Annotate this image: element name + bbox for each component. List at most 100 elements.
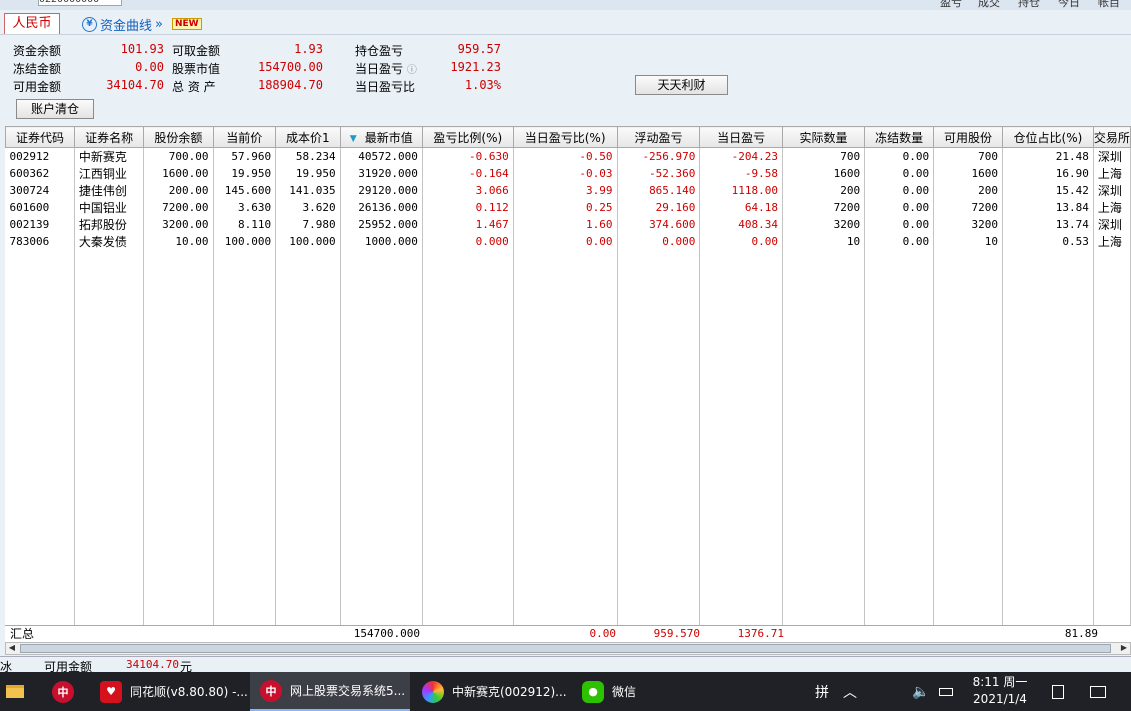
cell-position-ratio: 16.90	[1002, 165, 1094, 182]
tab-rmb[interactable]: 人民币	[4, 13, 60, 35]
cell-available: 700	[933, 147, 1004, 165]
top-label-0[interactable]: 盈亏	[940, 0, 962, 10]
value-cash-balance: 101.93	[120, 42, 164, 56]
citic-app-icon[interactable]: 中	[45, 672, 81, 711]
cell-available: 1600	[933, 165, 1004, 182]
cell-position-ratio: 13.74	[1002, 216, 1094, 233]
cell-frozen-qty: 0.00	[864, 216, 935, 233]
cell-cost: 141.035	[275, 182, 341, 199]
cell-day-ratio: -0.50	[513, 147, 618, 165]
top-label-2[interactable]: 持仓	[1018, 0, 1040, 10]
tab-fund-curve[interactable]: ¥ 资金曲线 » NEW	[82, 14, 202, 34]
col-header-exchange[interactable]: 交易所	[1092, 126, 1131, 148]
table-filler	[5, 250, 1131, 642]
cell-balance: 200.00	[143, 182, 214, 199]
col-header-cost[interactable]: 成本价1	[275, 126, 341, 148]
top-label-4[interactable]: 帐目	[1098, 0, 1120, 10]
notes-icon[interactable]	[1045, 672, 1071, 711]
table-row[interactable]: 300724 捷佳伟创 200.00 145.600 141.035 29120.000 3…	[5, 182, 1131, 199]
holdings-table: 证券代码 证券名称 股份余额 当前价 成本价1 ▼ 最新市值 盈亏比例(%) 当日…	[5, 126, 1131, 642]
col-header-day-pl[interactable]: 当日盈亏	[699, 126, 783, 148]
scroll-right-icon[interactable]: ▶	[1118, 642, 1130, 654]
cell-cost: 19.950	[275, 165, 341, 182]
table-row[interactable]: 601600 中国铝业 7200.00 3.630 3.620 26136.000 0.11…	[5, 199, 1131, 216]
cell-name: 中国铝业	[74, 199, 145, 216]
info-icon[interactable]: ⓘ	[407, 65, 417, 76]
chevron-up-icon[interactable]: ︿	[840, 672, 860, 711]
cell-price: 19.950	[213, 165, 277, 182]
col-header-pl-ratio[interactable]: 盈亏比例(%)	[421, 126, 514, 148]
cell-code: 600362	[5, 165, 75, 182]
tiantian-licai-button[interactable]: 天天利财	[635, 75, 728, 95]
table-row[interactable]: 600362 江西铜业 1600.00 19.950 19.950 31920.000 -0…	[5, 165, 1131, 182]
cell-available: 3200	[933, 216, 1004, 233]
cell-day-pl: 64.18	[699, 199, 783, 216]
cell-actual-qty: 700	[782, 147, 866, 165]
cell-exchange: 深圳	[1093, 147, 1131, 165]
totals-row: 汇总 154700.000 0.00 959.570 1376.71 81.89	[5, 625, 1131, 642]
cell-available: 7200	[933, 199, 1004, 216]
yuan-icon: ¥	[82, 16, 97, 32]
volume-icon[interactable]: 🔈	[910, 672, 932, 711]
clock[interactable]: 8:11 周一 2021/1/4	[960, 674, 1040, 708]
cell-pl-ratio: -0.630	[422, 147, 514, 165]
taskbar-item-tonghuashun[interactable]: ♥ 同花顺(v8.80.80) -...	[90, 672, 248, 711]
cell-pl-ratio: 0.000	[422, 233, 514, 250]
scroll-thumb[interactable]	[20, 644, 1111, 653]
table-row[interactable]: 783006 大秦发债 10.00 100.000 100.000 1000.000 0.0…	[5, 233, 1131, 250]
cell-exchange: 上海	[1093, 199, 1131, 216]
cell-float-pl: 0.000	[617, 233, 701, 250]
horizontal-scrollbar[interactable]: ◀ ▶	[5, 642, 1131, 655]
cell-balance: 700.00	[143, 147, 214, 165]
file-explorer-icon[interactable]	[0, 672, 30, 711]
col-header-market-value[interactable]: ▼ 最新市值	[339, 126, 423, 148]
value-day-pl: 1921.23	[450, 60, 501, 74]
clear-account-button[interactable]: 账户清仓	[16, 99, 94, 119]
taskbar-item-trading-system[interactable]: 中 网上股票交易系统5...	[250, 672, 410, 711]
cell-market-value: 26136.000	[340, 199, 423, 216]
col-header-position-ratio[interactable]: 仓位占比(%)	[1002, 126, 1094, 148]
col-header-float-pl[interactable]: 浮动盈亏	[616, 126, 701, 148]
col-header-balance[interactable]: 股份余额	[143, 126, 214, 148]
cell-day-ratio: 0.25	[513, 199, 618, 216]
cell-day-ratio: 1.60	[513, 216, 618, 233]
totals-position-ratio: 81.89	[1064, 627, 1098, 640]
table-row[interactable]: 002912 中新赛克 700.00 57.960 58.234 40572.000 -0.…	[5, 147, 1131, 165]
double-chevron-icon: »	[155, 16, 163, 32]
cell-cost: 58.234	[275, 147, 341, 165]
status-bar: 冰 可用金额 34104.70 元	[0, 656, 1131, 674]
table-row[interactable]: 002139 拓邦股份 3200.00 8.110 7.980 25952.000 1.46…	[5, 216, 1131, 233]
taskbar: 中 ♥ 同花顺(v8.80.80) -... 中 网上股票交易系统5... 中新…	[0, 672, 1131, 711]
col-header-frozen-qty[interactable]: 冻结数量	[864, 126, 935, 148]
battery-icon[interactable]	[935, 672, 957, 711]
totals-day-ratio: 0.00	[589, 627, 617, 640]
cell-frozen-qty: 0.00	[864, 199, 935, 216]
cell-price: 145.600	[213, 182, 277, 199]
cell-frozen-qty: 0.00	[864, 147, 935, 165]
account-summary: 资金余额 101.93 可取金额 1.93 持仓盈亏 959.57 冻结金额 0…	[0, 34, 1131, 126]
value-position-pl: 959.57	[457, 42, 501, 56]
label-day-pl-ratio: 当日盈亏比	[355, 80, 416, 94]
cell-float-pl: 865.140	[617, 182, 701, 199]
tab-fund-curve-label: 资金曲线	[100, 18, 153, 34]
notification-icon[interactable]	[1085, 672, 1111, 711]
top-label-3[interactable]: 今日	[1058, 0, 1080, 10]
ime-icon[interactable]: 拼	[812, 672, 832, 711]
account-field[interactable]: 0220000000	[38, 0, 122, 6]
status-available-value: 34104.70	[126, 658, 179, 671]
top-label-1[interactable]: 成交	[978, 0, 1000, 10]
col-header-day-ratio[interactable]: 当日盈亏比(%)	[512, 126, 618, 148]
cell-day-pl: 0.00	[699, 233, 783, 250]
col-header-price[interactable]: 当前价	[212, 126, 277, 148]
col-header-actual-qty[interactable]: 实际数量	[781, 126, 866, 148]
taskbar-item-wechat[interactable]: ● 微信	[572, 672, 692, 711]
scroll-left-icon[interactable]: ◀	[6, 642, 18, 654]
col-header-name[interactable]: 证券名称	[73, 126, 145, 148]
col-header-code[interactable]: 证券代码	[5, 126, 75, 148]
cell-actual-qty: 10	[782, 233, 866, 250]
totals-market-value: 154700.000	[353, 627, 420, 640]
col-header-available[interactable]: 可用股份	[933, 126, 1004, 148]
cell-market-value: 31920.000	[340, 165, 423, 182]
taskbar-item-stock-quote[interactable]: 中新赛克(002912)...	[412, 672, 570, 711]
cell-position-ratio: 13.84	[1002, 199, 1094, 216]
